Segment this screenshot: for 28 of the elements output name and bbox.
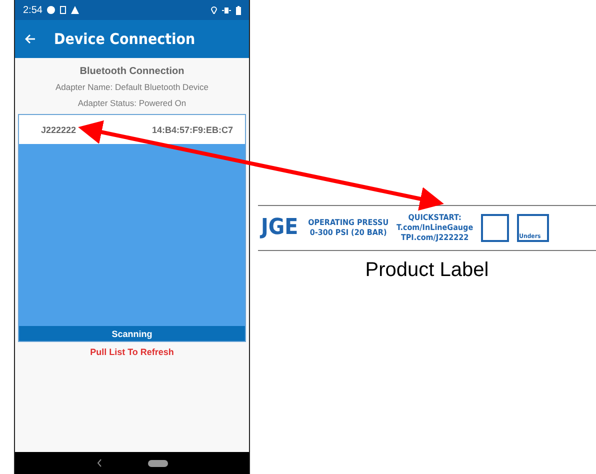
device-name: J222222 xyxy=(41,124,76,134)
quickstart-title: QUICKSTART: xyxy=(408,213,462,223)
brand-text: JGE xyxy=(258,214,300,242)
home-pill-icon[interactable] xyxy=(148,460,168,466)
adapter-status-text: Adapter Status: Powered On xyxy=(78,98,186,108)
battery-icon xyxy=(236,6,241,14)
status-time: 2:54 xyxy=(23,4,42,16)
empty-square xyxy=(481,214,510,242)
back-caret-icon[interactable] xyxy=(96,459,102,467)
back-arrow-icon[interactable] xyxy=(25,34,36,44)
screen-title: Device Connection xyxy=(54,30,196,48)
quickstart-url: TPI.com/J222222 xyxy=(400,233,469,243)
device-list[interactable]: J222222 14:B4:57:F9:EB:C7 Scanning xyxy=(18,114,246,342)
scanning-status-bar: Scanning xyxy=(19,326,245,341)
device-address: 14:B4:57:F9:EB:C7 xyxy=(152,124,233,134)
location-icon xyxy=(211,6,217,14)
device-row[interactable]: J222222 14:B4:57:F9:EB:C7 xyxy=(19,115,245,144)
sim-card-icon xyxy=(60,6,66,14)
adapter-name-text: Adapter Name: Default Bluetooth Device xyxy=(55,82,209,92)
warning-icon xyxy=(71,6,80,14)
section-title: Bluetooth Connection xyxy=(80,66,184,77)
notification-icon xyxy=(47,6,56,14)
refresh-hint: Pull List To Refresh xyxy=(90,347,174,357)
pressure-range: 0-300 PSI (20 BAR) xyxy=(310,228,387,238)
pressure-title: OPERATING PRESSU xyxy=(308,218,389,228)
vibrate-icon xyxy=(222,6,231,14)
quickstart-url: T.com/InLineGauge xyxy=(396,223,474,233)
figure-caption: Product Label xyxy=(364,259,490,282)
